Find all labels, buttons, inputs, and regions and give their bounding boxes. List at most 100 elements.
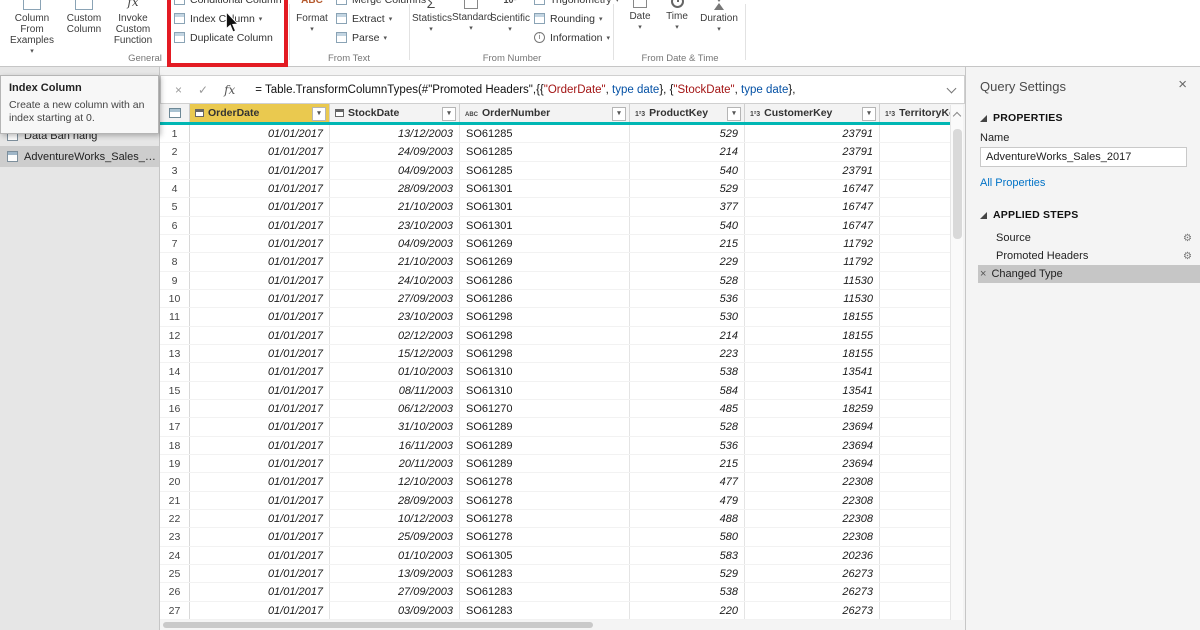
parse-button[interactable]: Parse ▾ (334, 28, 406, 47)
cell[interactable]: 01/01/2017 (190, 125, 330, 142)
cell[interactable]: 488 (630, 510, 745, 527)
row-number[interactable]: 5 (160, 198, 190, 215)
row-number[interactable]: 26 (160, 583, 190, 600)
cell[interactable]: 01/10/2003 (330, 547, 460, 564)
cell[interactable]: 18259 (745, 400, 880, 417)
time-button[interactable]: Time ▾ (660, 0, 694, 60)
fx-icon[interactable]: fx (224, 83, 235, 97)
cell[interactable] (880, 492, 950, 509)
cell[interactable]: 536 (630, 437, 745, 454)
cell[interactable]: 26273 (745, 602, 880, 619)
cell[interactable] (880, 180, 950, 197)
cell[interactable] (880, 327, 950, 344)
settings-gear-icon[interactable]: ⚙ (1183, 233, 1192, 244)
cell[interactable]: 24/10/2003 (330, 272, 460, 289)
cell[interactable]: 11792 (745, 235, 880, 252)
cell[interactable]: 01/01/2017 (190, 510, 330, 527)
cell[interactable]: SO61298 (460, 308, 630, 325)
cell[interactable] (880, 198, 950, 215)
column-from-examples-button[interactable]: Column From Examples ▾ (2, 0, 62, 60)
cell[interactable]: 01/01/2017 (190, 180, 330, 197)
cell[interactable]: SO61301 (460, 198, 630, 215)
cell[interactable]: 23694 (745, 418, 880, 435)
row-number[interactable]: 23 (160, 528, 190, 545)
cell[interactable] (880, 363, 950, 380)
cell[interactable]: 01/01/2017 (190, 418, 330, 435)
cell[interactable]: 528 (630, 418, 745, 435)
column-header-OrderNumber[interactable]: OrderNumber▾ (460, 104, 630, 122)
cell[interactable]: 16/11/2003 (330, 437, 460, 454)
cell[interactable]: 16747 (745, 217, 880, 234)
cell[interactable]: SO61286 (460, 272, 630, 289)
cell[interactable] (880, 565, 950, 582)
cell[interactable]: 215 (630, 235, 745, 252)
cell[interactable]: SO61289 (460, 437, 630, 454)
cell[interactable]: 28/09/2003 (330, 492, 460, 509)
cell[interactable]: SO61269 (460, 235, 630, 252)
cell[interactable]: 01/01/2017 (190, 217, 330, 234)
select-all-corner[interactable] (160, 104, 190, 122)
cell[interactable]: 18155 (745, 345, 880, 362)
applied-step-0[interactable]: Source⚙ (978, 229, 1200, 247)
cell[interactable]: SO61298 (460, 345, 630, 362)
cell[interactable] (880, 253, 950, 270)
cell[interactable] (880, 437, 950, 454)
cell[interactable]: 22308 (745, 510, 880, 527)
cell[interactable]: 223 (630, 345, 745, 362)
cell[interactable]: 538 (630, 583, 745, 600)
standard-button[interactable]: Standard ▾ (452, 0, 490, 60)
cell[interactable]: 13/09/2003 (330, 565, 460, 582)
cell[interactable]: 27/09/2003 (330, 290, 460, 307)
custom-column-button[interactable]: Custom Column (64, 0, 104, 60)
cell[interactable] (880, 418, 950, 435)
row-number[interactable]: 16 (160, 400, 190, 417)
cell[interactable]: 215 (630, 455, 745, 472)
cell[interactable]: 01/01/2017 (190, 583, 330, 600)
information-button[interactable]: Information ▾ (532, 28, 612, 47)
column-header-StockDate[interactable]: StockDate▾ (330, 104, 460, 122)
all-properties-link[interactable]: All Properties (980, 177, 1186, 189)
cell[interactable]: 10/12/2003 (330, 510, 460, 527)
cell[interactable]: 214 (630, 143, 745, 160)
cell[interactable]: SO61269 (460, 253, 630, 270)
cell[interactable]: 01/01/2017 (190, 602, 330, 619)
cell[interactable]: 24/09/2003 (330, 143, 460, 160)
column-header-TerritoryKey[interactable]: TerritoryKey▾ (880, 104, 950, 122)
cell[interactable]: 20/11/2003 (330, 455, 460, 472)
cell[interactable]: SO61285 (460, 125, 630, 142)
date-button[interactable]: Date ▾ (622, 0, 658, 60)
cell[interactable] (880, 235, 950, 252)
cell[interactable]: SO61301 (460, 180, 630, 197)
column-header-ProductKey[interactable]: ProductKey▾ (630, 104, 745, 122)
cell[interactable]: 20236 (745, 547, 880, 564)
cell[interactable]: 01/01/2017 (190, 143, 330, 160)
cell[interactable]: 01/01/2017 (190, 235, 330, 252)
cell[interactable] (880, 345, 950, 362)
duration-button[interactable]: Duration ▾ (696, 0, 742, 60)
cell[interactable]: 01/01/2017 (190, 363, 330, 380)
query-name-input[interactable] (980, 147, 1187, 167)
cell[interactable] (880, 602, 950, 619)
cell[interactable]: SO61283 (460, 583, 630, 600)
cell[interactable]: 01/01/2017 (190, 290, 330, 307)
cell[interactable]: 01/01/2017 (190, 382, 330, 399)
cell[interactable]: 08/11/2003 (330, 382, 460, 399)
row-number[interactable]: 18 (160, 437, 190, 454)
cell[interactable]: 13/12/2003 (330, 125, 460, 142)
cell[interactable]: SO61278 (460, 473, 630, 490)
vertical-scrollbar-thumb[interactable] (953, 129, 962, 239)
cell[interactable] (880, 583, 950, 600)
cell[interactable] (880, 125, 950, 142)
cell[interactable]: 01/01/2017 (190, 308, 330, 325)
cell[interactable]: SO61278 (460, 510, 630, 527)
formula-text[interactable]: = Table.TransformColumnTypes(#"Promoted … (255, 84, 964, 96)
cell[interactable]: 04/09/2003 (330, 162, 460, 179)
cell[interactable]: 529 (630, 125, 745, 142)
row-number[interactable]: 25 (160, 565, 190, 582)
cell[interactable]: SO61289 (460, 418, 630, 435)
column-header-CustomerKey[interactable]: CustomerKey▾ (745, 104, 880, 122)
cell[interactable]: 23791 (745, 143, 880, 160)
filter-button[interactable]: ▾ (312, 107, 326, 121)
cell[interactable]: 23791 (745, 162, 880, 179)
rounding-button[interactable]: Rounding ▾ (532, 9, 612, 28)
